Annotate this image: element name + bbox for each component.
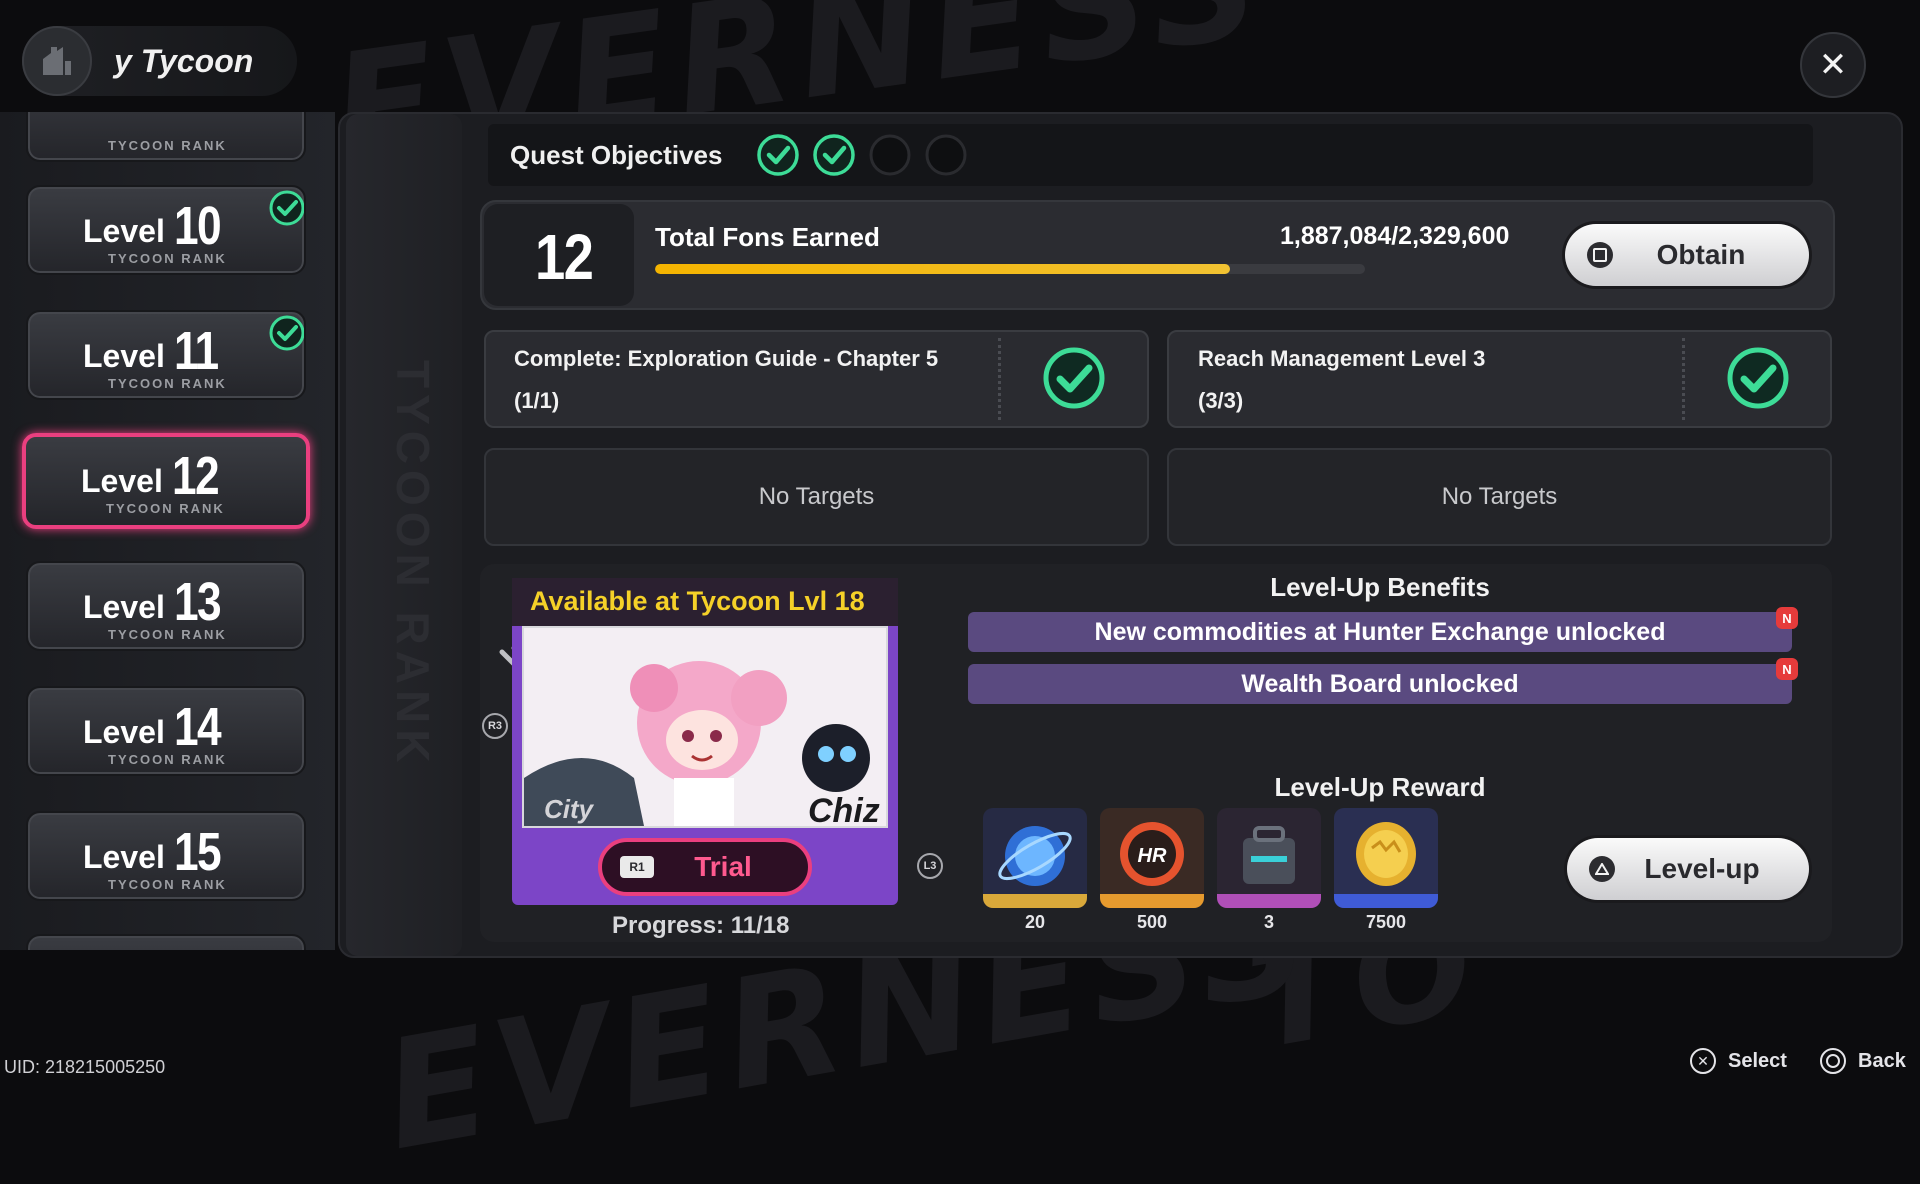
level-number: 12 xyxy=(172,446,220,506)
obtain-button[interactable]: Obtain xyxy=(1565,224,1809,286)
objective-pending-icon xyxy=(869,134,911,176)
reward-item[interactable] xyxy=(1217,808,1321,908)
hunter-badge-icon: HR xyxy=(1100,808,1204,908)
level-card-subtitle: TYCOON RANK xyxy=(108,376,227,391)
level-number: 13 xyxy=(174,572,222,632)
level-up-button[interactable]: Level-up xyxy=(1567,838,1809,900)
back-hint[interactable]: Back xyxy=(1820,1048,1906,1074)
screen-title-pill: y Tycoon xyxy=(22,26,297,96)
l3-button-icon: L3 xyxy=(917,853,943,879)
cross-button-icon: ✕ xyxy=(1690,1048,1716,1074)
level-complete-check-icon xyxy=(269,315,304,351)
task-complete-check-icon xyxy=(1043,347,1105,409)
task-progress: (1/1) xyxy=(514,388,560,413)
close-icon: ✕ xyxy=(1818,46,1848,84)
obtain-label: Obtain xyxy=(1656,239,1746,270)
tycoon-building-icon xyxy=(22,26,92,96)
level-card-15[interactable]: Level 15 TYCOON RANK xyxy=(26,811,306,901)
character-name: Chiz xyxy=(808,792,880,830)
screen-title: y Tycoon xyxy=(114,42,254,79)
reward-count: 20 xyxy=(1024,912,1046,932)
objective-pending-icon xyxy=(925,134,967,176)
task-divider xyxy=(998,338,1001,420)
gold-coin-icon xyxy=(1334,808,1438,908)
user-id: UID: 218215005250 xyxy=(4,1057,166,1077)
benefit-text: Wealth Board unlocked xyxy=(1241,669,1519,698)
empty-objective-slot: No Targets xyxy=(1167,448,1832,546)
trial-button[interactable]: R1 Trial xyxy=(598,838,812,896)
back-label: Back xyxy=(1858,1049,1906,1072)
level-card-subtitle: TYCOON RANK xyxy=(106,501,225,516)
fons-progress-fill xyxy=(655,264,1231,274)
task-description: Complete: Exploration Guide - Chapter 5 xyxy=(514,346,939,371)
reward-count: 3 xyxy=(1263,912,1274,932)
level-card-subtitle: TYCOON RANK xyxy=(108,877,227,892)
level-number: 11 xyxy=(174,321,219,381)
current-level-number: 12 xyxy=(535,221,594,293)
level-word: Level xyxy=(83,589,165,625)
reward-item[interactable] xyxy=(1334,808,1438,908)
level-word: Level xyxy=(81,463,163,499)
level-card-partial[interactable] xyxy=(26,934,306,950)
level-card-13[interactable]: Level 13 TYCOON RANK xyxy=(26,561,306,651)
task-progress: (3/3) xyxy=(1198,388,1244,413)
empty-objective-slot: No Targets xyxy=(484,448,1149,546)
select-hint[interactable]: ✕ Select xyxy=(1690,1048,1787,1074)
square-button-icon xyxy=(1587,242,1613,268)
objective-complete-icon xyxy=(757,134,799,176)
level-card-12[interactable]: Level 12 TYCOON RANK xyxy=(22,433,310,529)
level-complete-check-icon xyxy=(269,190,304,226)
objective-complete-icon xyxy=(813,134,855,176)
reward-item[interactable] xyxy=(983,808,1087,908)
level-word: Level xyxy=(83,839,165,875)
level-number: 14 xyxy=(174,697,222,757)
fons-progress-bar xyxy=(655,264,1365,274)
level-card-11[interactable]: Level 11 TYCOON RANK xyxy=(26,310,306,400)
svg-text:HR: HR xyxy=(1138,845,1167,867)
task-description: Reach Management Level 3 xyxy=(1198,346,1486,371)
level-up-label: Level-up xyxy=(1644,853,1760,884)
reward-title: Level-Up Reward xyxy=(1274,772,1486,802)
level-card-subtitle: TYCOON RANK xyxy=(108,627,227,642)
reward-count: 500 xyxy=(1136,912,1168,932)
task-divider xyxy=(1682,338,1685,420)
spine-label: TYCOON RANK xyxy=(387,360,439,769)
level-word: Level xyxy=(83,213,165,249)
circle-button-icon xyxy=(1820,1048,1846,1074)
level-card-subtitle: TYCOON RANK xyxy=(108,138,227,153)
new-badge: N xyxy=(1776,607,1798,629)
close-button[interactable]: ✕ xyxy=(1800,32,1866,98)
level-word: Level xyxy=(83,714,165,750)
new-badge: N xyxy=(1776,658,1798,680)
trial-availability-text: Available at Tycoon Lvl 18 xyxy=(530,586,865,616)
trial-button-label: Trial xyxy=(694,851,752,882)
triangle-button-icon xyxy=(1589,856,1615,882)
toolbox-icon xyxy=(1217,808,1321,908)
reward-item[interactable]: HR xyxy=(1100,808,1204,908)
total-fons-label: Total Fons Earned xyxy=(655,222,880,252)
benefit-item: Wealth Board unlocked xyxy=(968,664,1792,704)
level-card-partial[interactable]: TYCOON RANK xyxy=(26,112,306,162)
benefit-item: New commodities at Hunter Exchange unloc… xyxy=(968,612,1792,652)
benefit-text: New commodities at Hunter Exchange unloc… xyxy=(1094,617,1666,646)
r3-button-icon: R3 xyxy=(482,713,508,739)
level-word: Level xyxy=(83,338,165,374)
quest-objectives-label: Quest Objectives xyxy=(510,140,723,170)
svg-text:City: City xyxy=(544,794,595,824)
trial-progress-text: Progress: 11/18 xyxy=(612,912,790,939)
total-fons-value: 1,887,084/2,329,600 xyxy=(1280,222,1510,250)
level-card-subtitle: TYCOON RANK xyxy=(108,251,227,266)
level-number: 10 xyxy=(174,196,222,256)
task-complete-check-icon xyxy=(1727,347,1789,409)
level-card-14[interactable]: Level 14 TYCOON RANK xyxy=(26,686,306,776)
benefits-title: Level-Up Benefits xyxy=(1270,572,1490,602)
select-label: Select xyxy=(1728,1049,1787,1072)
level-number: 15 xyxy=(174,822,222,882)
level-sidebar[interactable]: TYCOON RANK Level 10 TYCOON RANK Level 11 TYC… xyxy=(0,112,335,950)
blue-crystal-icon xyxy=(983,808,1087,908)
r1-button-icon: R1 xyxy=(620,856,654,878)
level-card-10[interactable]: Level 10 TYCOON RANK xyxy=(26,185,306,275)
level-card-subtitle: TYCOON RANK xyxy=(108,752,227,767)
reward-count: 7500 xyxy=(1365,912,1407,932)
